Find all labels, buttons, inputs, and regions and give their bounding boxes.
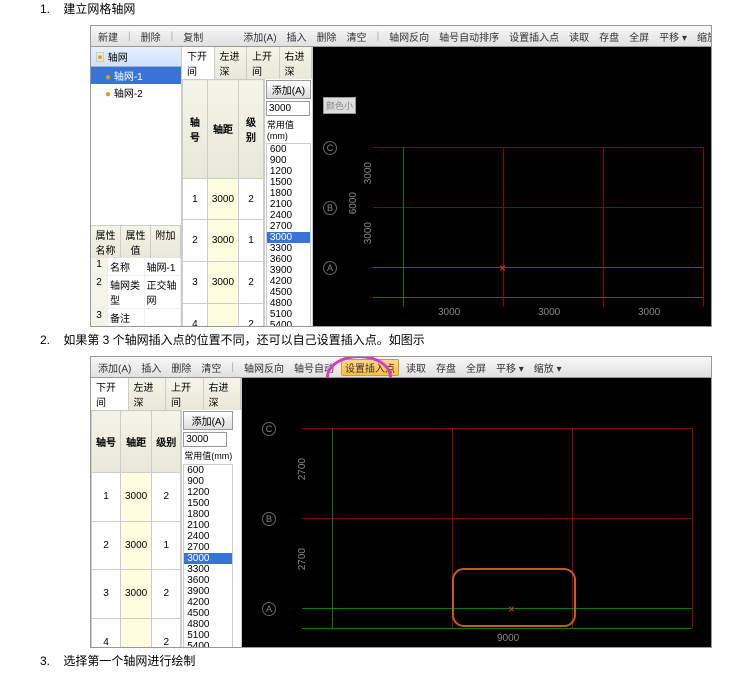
axis-c: C: [323, 141, 337, 155]
grid-table[interactable]: 轴号轴距级别 130002 230001 330002 42: [182, 79, 264, 327]
tree-item-1[interactable]: ● 轴网-1: [91, 67, 181, 84]
tb2-clear[interactable]: 清空: [198, 360, 224, 375]
dim2-9000: 9000: [497, 633, 519, 644]
dim-3000-h1: 3000: [438, 307, 460, 318]
tb2-reverse[interactable]: 轴网反向: [241, 360, 287, 375]
side-col: 添加(A) 常用值(mm) 60090012001500180021002400…: [264, 79, 312, 327]
tb-setins[interactable]: 设置插入点: [506, 29, 562, 44]
tab-left[interactable]: 左进深: [215, 47, 248, 79]
tb-add[interactable]: 添加(A): [240, 29, 279, 44]
insert-point-x: ×: [499, 261, 506, 275]
step-3-num: 3.: [40, 654, 60, 668]
dim-3000-v2: 3000: [363, 222, 374, 244]
step-3-text: 选择第一个轴网进行绘制: [63, 654, 195, 668]
tb2-remove[interactable]: 删除: [168, 360, 194, 375]
axis2-b: B: [262, 512, 276, 526]
step-2-num: 2.: [40, 333, 60, 347]
number-list-2[interactable]: 6009001200150018002100240027003000330036…: [183, 464, 233, 648]
tb-read[interactable]: 读取: [566, 29, 592, 44]
dim2-2700-b: 2700: [297, 548, 308, 570]
prop-h2: 属性值: [121, 226, 151, 258]
tb2-zoom[interactable]: 缩放 ▾: [531, 360, 565, 375]
prop-h1: 属性名称: [91, 226, 121, 258]
tree-item-2[interactable]: ● 轴网-2: [91, 84, 181, 101]
side2-add-btn[interactable]: 添加(A): [183, 411, 233, 430]
side2-value-input[interactable]: [183, 432, 227, 447]
tab-down[interactable]: 下开间: [182, 47, 215, 79]
tb-clear[interactable]: 清空: [344, 29, 370, 44]
step-3: 3. 选择第一个轴网进行绘制: [40, 652, 730, 669]
tb-copy[interactable]: 复制: [180, 29, 206, 44]
grid-input-panel: 下开间 左进深 上开间 右进深 轴号轴距级别 130002 230001 330…: [182, 47, 313, 327]
tb2-save[interactable]: 存盘: [433, 360, 459, 375]
colorbox[interactable]: 颜色小: [323, 97, 356, 114]
tb-remove[interactable]: 删除: [314, 29, 340, 44]
tb2-full[interactable]: 全屏: [463, 360, 489, 375]
tb-new[interactable]: 新建: [95, 29, 121, 44]
axis2-c: C: [262, 422, 276, 436]
tree-panel: ▣ 轴网 ● 轴网-1 ● 轴网-2 属性名称 属性值 附加 1名称轴网-1 2…: [91, 47, 182, 327]
tb-pan[interactable]: 平移 ▾: [656, 29, 690, 44]
grid-input-panel-2: 下开间 左进深 上开间 右进深 轴号轴距级别 130002 230001 330…: [91, 378, 242, 648]
tb-full[interactable]: 全屏: [626, 29, 652, 44]
side-add-btn[interactable]: 添加(A): [266, 80, 311, 99]
step-2-text: 如果第 3 个轴网插入点的位置不同，还可以自己设置插入点。如图示: [63, 333, 424, 347]
axis-b: B: [323, 201, 337, 215]
axis2-a: A: [262, 602, 276, 616]
tree-root[interactable]: ▣ 轴网: [91, 47, 181, 67]
axis-a: A: [323, 261, 337, 275]
dim-3000-h2: 3000: [538, 307, 560, 318]
tb-reverse[interactable]: 轴网反向: [386, 29, 432, 44]
step-2: 2. 如果第 3 个轴网插入点的位置不同，还可以自己设置插入点。如图示: [40, 331, 730, 348]
number-list[interactable]: 6009001200150018002100240027003000330036…: [266, 143, 311, 327]
tb-del[interactable]: 删除: [138, 29, 164, 44]
tb2-add[interactable]: 添加(A): [95, 360, 134, 375]
tab2-right[interactable]: 右进深: [204, 378, 242, 410]
dim2-2700-a: 2700: [297, 458, 308, 480]
dim-3000-h3: 3000: [638, 307, 660, 318]
property-panel: 属性名称 属性值 附加 1名称轴网-1 2轴网类型正交轴网 3备注: [91, 225, 182, 327]
dim-3000-v1: 3000: [363, 162, 374, 184]
toolbar-2: 添加(A) 插入 删除 清空| 轴网反向 轴号自动 设置插入点 读取 存盘 全屏…: [91, 357, 711, 378]
tb2-read[interactable]: 读取: [403, 360, 429, 375]
screenshot-1: 新建| 删除| 复制 添加(A) 插入 删除 清空| 轴网反向 轴号自动排序 设…: [90, 25, 712, 327]
tb2-pan[interactable]: 平移 ▾: [493, 360, 527, 375]
tb-ins[interactable]: 插入: [284, 29, 310, 44]
cad-canvas-1[interactable]: 颜色小 C B A 3000 3000 6000 3000 3000 3000: [313, 47, 711, 327]
tb-save[interactable]: 存盘: [596, 29, 622, 44]
tb-autosort[interactable]: 轴号自动排序: [436, 29, 502, 44]
grid-table-2[interactable]: 轴号轴距级别 130002 230001 330002 42: [91, 410, 181, 648]
prop-h3: 附加: [151, 226, 181, 258]
tab2-down[interactable]: 下开间: [91, 378, 129, 410]
dim-6000: 6000: [348, 192, 359, 214]
tab2-left[interactable]: 左进深: [129, 378, 167, 410]
tab-right[interactable]: 右进深: [280, 47, 313, 79]
cad-canvas-2[interactable]: C B A 2700 2700 9000 ×: [242, 378, 711, 648]
step-1-num: 1.: [40, 2, 60, 16]
side-value-input[interactable]: [266, 101, 310, 116]
step-1: 1. 建立网格轴网: [40, 0, 730, 17]
tab-up[interactable]: 上开间: [247, 47, 280, 79]
toolbar-1: 新建| 删除| 复制 添加(A) 插入 删除 清空| 轴网反向 轴号自动排序 设…: [91, 26, 711, 47]
step-1-text: 建立网格轴网: [63, 2, 135, 16]
annotation-rect: [452, 568, 576, 627]
tb-zoom[interactable]: 缩放 ▾: [694, 29, 712, 44]
side-freq-label: 常用值(mm): [265, 117, 312, 142]
tab-row: 下开间 左进深 上开间 右进深: [182, 47, 312, 79]
tb2-ins[interactable]: 插入: [138, 360, 164, 375]
tab2-up[interactable]: 上开间: [166, 378, 204, 410]
screenshot-2: 添加(A) 插入 删除 清空| 轴网反向 轴号自动 设置插入点 读取 存盘 全屏…: [90, 356, 712, 648]
